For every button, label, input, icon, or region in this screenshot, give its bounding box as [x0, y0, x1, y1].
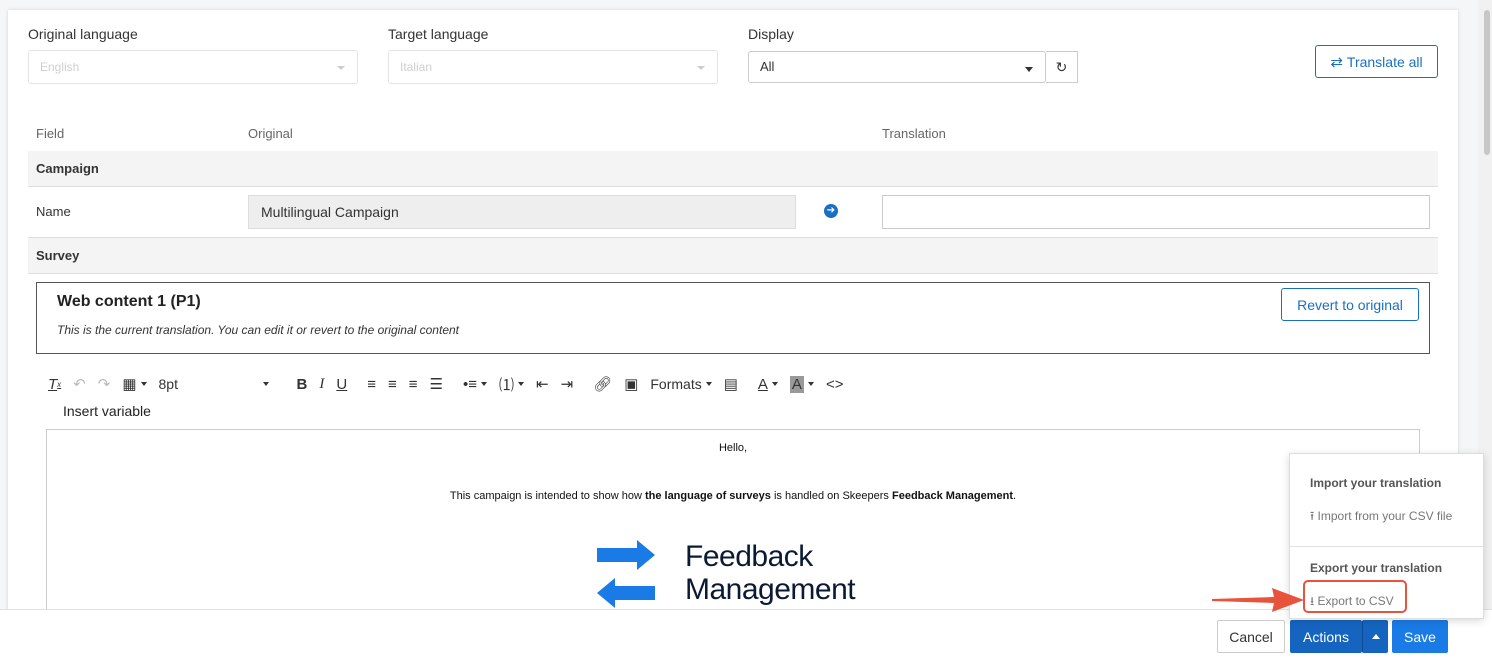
caret-up-icon	[1371, 634, 1380, 639]
original-name-value: Multilingual Campaign	[248, 195, 796, 229]
import-csv-label: Import from your CSV file	[1317, 509, 1453, 523]
image-icon[interactable]: ▣	[624, 372, 638, 396]
section-divider	[28, 186, 1438, 187]
header-original: Original	[248, 126, 293, 141]
formats-label: Formats	[650, 376, 702, 392]
refresh-icon: ↻	[1055, 58, 1068, 75]
feedback-management-logo: Feedback Management	[597, 540, 856, 608]
target-language-value: Italian	[400, 60, 433, 74]
header-translation: Translation	[882, 126, 946, 141]
pointer-arrow-icon	[1212, 588, 1304, 612]
export-highlight-box	[1303, 580, 1407, 613]
header-field: Field	[36, 126, 65, 141]
upload-icon: ⭱	[1310, 509, 1315, 523]
align-right-icon[interactable]: ≡	[409, 372, 418, 396]
chevron-down-icon	[697, 66, 705, 70]
rich-text-editor[interactable]: Hello, This campaign is intended to show…	[46, 429, 1420, 610]
chevron-down-icon	[1025, 67, 1033, 72]
translate-all-button[interactable]: ⇄ Translate all	[1315, 45, 1438, 78]
export-heading: Export your translation	[1310, 561, 1443, 575]
align-left-icon[interactable]: ≡	[367, 372, 376, 396]
save-button[interactable]: Save	[1392, 620, 1448, 653]
editor-toolbar: Tx ↶ ↷ ▦ 8pt B I U ≡ ≡ ≡ ☰ •≡ ⑴ ⇤ ⇥ 🔗︎ ▣…	[48, 372, 855, 396]
editor-body-paragraph: This campaign is intended to show how th…	[47, 490, 1419, 502]
display-label: Display	[748, 26, 794, 42]
font-size-value: 8pt	[158, 376, 178, 392]
display-value: All	[760, 59, 775, 74]
italic-icon[interactable]: I	[319, 372, 324, 396]
source-code-icon[interactable]: <>	[826, 372, 844, 396]
web-content-subtitle: This is the current translation. You can…	[57, 323, 459, 337]
text-color-icon[interactable]: A	[758, 372, 778, 396]
logo-arrows-icon	[597, 540, 655, 608]
undo-icon[interactable]: ↶	[73, 372, 86, 396]
actions-toggle-button[interactable]	[1362, 620, 1388, 653]
indent-icon[interactable]: ⇥	[561, 372, 574, 396]
target-language-label: Target language	[388, 26, 489, 42]
original-language-select[interactable]: English	[28, 50, 358, 84]
translation-panel: Original language English Target languag…	[8, 10, 1458, 610]
bullet-list-icon[interactable]: •≡	[463, 372, 487, 396]
formats-menu[interactable]: Formats	[650, 372, 712, 396]
clear-formatting-icon[interactable]: Tx	[48, 372, 61, 396]
copy-original-arrow-icon[interactable]: ➔	[824, 204, 838, 218]
font-size-select[interactable]: 8pt	[159, 372, 269, 396]
outdent-icon[interactable]: ⇤	[536, 372, 549, 396]
table-icon[interactable]: ▦	[122, 372, 147, 396]
section-campaign: Campaign	[28, 151, 1438, 186]
web-content-box: Web content 1 (P1) This is the current t…	[36, 282, 1430, 354]
target-language-select[interactable]: Italian	[388, 50, 718, 84]
align-center-icon[interactable]: ≡	[388, 372, 397, 396]
body-text: .	[1013, 490, 1017, 502]
import-csv-item[interactable]: ⭱ Import from your CSV file	[1310, 507, 1452, 528]
actions-button[interactable]: Actions	[1290, 620, 1362, 653]
original-language-label: Original language	[28, 26, 138, 42]
underline-icon[interactable]: U	[336, 372, 347, 396]
body-bold-text: the language of surveys	[644, 490, 771, 502]
section-survey: Survey	[28, 238, 1438, 273]
redo-icon[interactable]: ↷	[98, 372, 111, 396]
insert-variable-button[interactable]: Insert variable	[63, 403, 151, 419]
logo-line-2: Management	[685, 573, 856, 606]
translate-all-label: Translate all	[1346, 53, 1423, 70]
page-scrollbar-thumb[interactable]	[1484, 10, 1490, 155]
body-text: This campaign is intended to show how	[449, 490, 645, 502]
link-icon[interactable]: 🔗︎	[593, 372, 612, 396]
background-color-icon[interactable]: A	[789, 372, 814, 396]
display-select[interactable]: All	[748, 51, 1046, 83]
body-bold-text: Feedback Management	[891, 490, 1014, 502]
logo-wordmark: Feedback Management	[685, 540, 856, 606]
editor-greeting: Hello,	[718, 442, 748, 454]
body-text: is handled on Skeepers	[770, 490, 892, 502]
cancel-button[interactable]: Cancel	[1217, 620, 1285, 653]
import-heading: Import your translation	[1310, 476, 1442, 490]
refresh-button[interactable]: ↻	[1046, 51, 1078, 83]
chevron-down-icon	[337, 66, 345, 70]
bold-icon[interactable]: B	[297, 372, 308, 396]
original-language-value: English	[40, 60, 80, 74]
numbered-list-icon[interactable]: ⑴	[499, 372, 524, 396]
dropdown-divider	[1290, 546, 1483, 547]
section-divider	[28, 273, 1438, 274]
translation-name-input[interactable]	[882, 195, 1430, 229]
swap-arrows-icon: ⇄	[1330, 53, 1343, 71]
revert-to-original-button[interactable]: Revert to original	[1281, 288, 1419, 321]
align-justify-icon[interactable]: ☰	[430, 372, 443, 396]
field-name-label: Name	[36, 204, 71, 219]
media-icon[interactable]: ▤	[724, 372, 738, 396]
web-content-title: Web content 1 (P1)	[57, 293, 201, 310]
logo-line-1: Feedback	[685, 540, 813, 573]
